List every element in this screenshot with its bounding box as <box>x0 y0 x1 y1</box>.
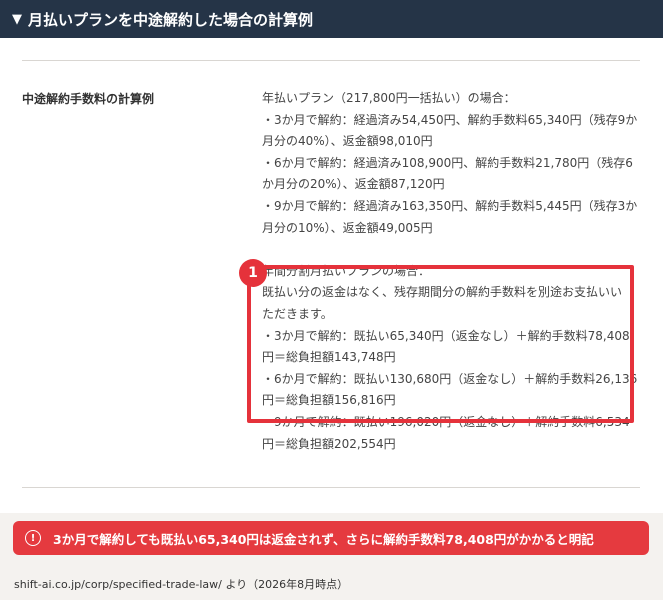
desc-line: 月分の40%）、返金額98,010円 <box>262 134 433 149</box>
desc-line: ・6か月で解約：経過済み108,900円、解約手数料21,780円（残存6 <box>262 155 633 170</box>
term-label: 中途解約手数料の計算例 <box>22 92 155 106</box>
desc-line: 円＝総負担額202,554円 <box>262 436 396 451</box>
callout-banner: ! 3か月で解約しても既払い65,340円は返金されず、さらに解約手数料78,4… <box>13 521 649 555</box>
desc-line: 月分の10%）、返金額49,005円 <box>262 220 433 235</box>
desc-line: 年払いプラン（217,800円一括払い）の場合： <box>262 91 516 105</box>
highlight-box <box>247 265 634 423</box>
desc-line: ・9か月で解約：経過済み163,350円、解約手数料5,445円（残存3か <box>262 198 638 213</box>
desc-line: ・3か月で解約：経過済み54,450円、解約手数料65,340円（残存9か <box>262 112 638 127</box>
section-title: 月払いプランを中途解約した場合の計算例 <box>28 10 314 29</box>
exclamation-circle-icon: ! <box>25 530 41 546</box>
callout-text: 3か月で解約しても既払い65,340円は返金されず、さらに解約手数料78,408… <box>53 531 594 547</box>
annotation-badge: 1 <box>239 259 267 287</box>
triangle-down-icon: ▼ <box>12 11 22 27</box>
divider-bottom <box>22 487 640 488</box>
section-header[interactable]: ▼ 月払いプランを中途解約した場合の計算例 <box>0 0 663 38</box>
source-citation: shift-ai.co.jp/corp/specified-trade-law/… <box>14 578 349 591</box>
divider-top <box>22 60 640 61</box>
desc-line: か月分の20%）、返金額87,120円 <box>262 177 445 192</box>
